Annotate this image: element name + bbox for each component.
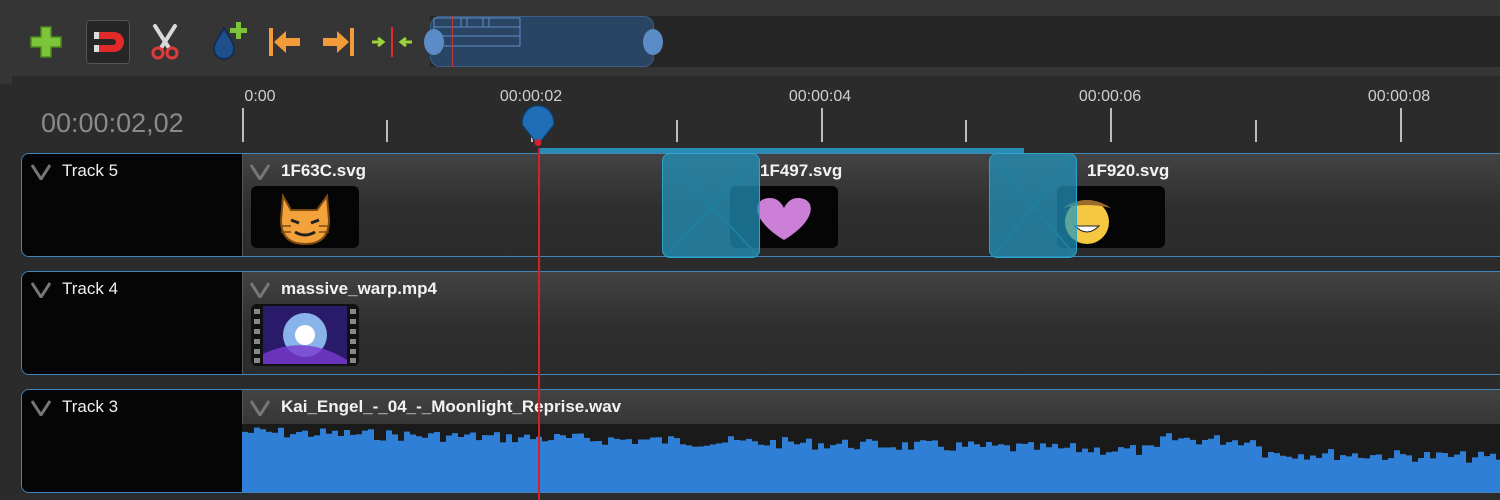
ruler-label: 0:00 — [244, 88, 276, 105]
track-header[interactable]: Track 5 — [22, 154, 244, 256]
waveform-graph — [242, 427, 1500, 492]
arrow-right-bar-icon — [323, 28, 354, 56]
track-name: Track 4 — [62, 279, 119, 298]
track-5[interactable]: Track 5 1F63C.svg 1F497.svg 1F920.svg — [21, 153, 1500, 257]
chevron-down-icon[interactable] — [31, 164, 51, 180]
toolbar-divider — [12, 76, 1500, 84]
ruler-tick — [821, 108, 823, 142]
ruler-label: 00:00:06 — [1078, 88, 1142, 105]
add-track-button[interactable] — [24, 20, 68, 64]
overview-tracks-icon — [433, 17, 521, 47]
ruler-label: 00:00:04 — [788, 88, 852, 105]
clip-title: massive_warp.mp4 — [281, 279, 437, 298]
track-header[interactable]: Track 3 — [22, 390, 244, 492]
plus-icon — [30, 26, 62, 58]
track-4[interactable]: Track 4 massive_warp.mp4 — [21, 271, 1500, 375]
playhead-handle-icon[interactable] — [517, 104, 559, 146]
center-arrows-icon — [372, 27, 412, 57]
chevron-down-icon[interactable] — [250, 282, 270, 298]
center-playhead-button[interactable] — [370, 20, 414, 64]
transition-cross-icon — [663, 154, 759, 257]
chevron-down-icon[interactable] — [31, 400, 51, 416]
video-filmstrip-icon — [251, 304, 359, 366]
previous-marker-button[interactable] — [262, 20, 306, 64]
chevron-down-icon[interactable] — [250, 164, 270, 180]
ruler-tick — [386, 120, 388, 142]
ruler-tick — [1255, 120, 1257, 142]
chevron-down-icon[interactable] — [250, 400, 270, 416]
magnet-icon — [94, 32, 124, 52]
clip-title: 1F920.svg — [1087, 161, 1170, 180]
time-ruler[interactable] — [12, 84, 1500, 154]
track-name: Track 3 — [62, 397, 119, 416]
grinning-cat-icon — [279, 192, 331, 246]
overview-right-handle[interactable] — [643, 29, 663, 55]
timeline-toolbar — [0, 0, 1500, 84]
clip-title: 1F497.svg — [760, 161, 843, 180]
arrow-left-bar-icon — [269, 28, 300, 56]
clip-title: Kai_Engel_-_04_-_Moonlight_Reprise.wav — [281, 397, 622, 416]
overview-left-handle[interactable] — [424, 29, 444, 55]
ruler-tick — [1400, 108, 1402, 142]
drop-plus-icon — [213, 22, 247, 60]
current-timecode: 00:00:02,02 — [41, 108, 184, 138]
transition-cross-icon — [990, 154, 1076, 257]
track-header[interactable]: Track 4 — [22, 272, 244, 374]
track-3[interactable]: Track 3 Kai_Engel_-_04_-_Moonlight_Repri… — [21, 389, 1500, 493]
track-name: Track 5 — [62, 161, 119, 180]
clip[interactable]: 1F920.svg — [1049, 154, 1500, 256]
clip-thumbnail — [251, 304, 359, 366]
snapping-button[interactable] — [86, 20, 130, 64]
clip-title: 1F63C.svg — [281, 161, 367, 180]
add-marker-button[interactable] — [206, 20, 250, 64]
ruler-tick — [242, 108, 244, 142]
clip-thumbnail — [251, 186, 359, 248]
razor-button[interactable] — [143, 20, 187, 64]
clip[interactable]: massive_warp.mp4 — [242, 272, 1500, 374]
scissors-icon — [151, 24, 179, 60]
ruler-tick — [965, 120, 967, 142]
playhead-line — [538, 148, 540, 500]
ruler-tick — [1110, 108, 1112, 142]
overview-viewport[interactable] — [430, 16, 654, 67]
ruler-tick — [676, 120, 678, 142]
ruler-label: 00:00:08 — [1367, 88, 1431, 105]
audio-waveform — [242, 424, 1500, 492]
chevron-down-icon[interactable] — [31, 282, 51, 298]
next-marker-button[interactable] — [317, 20, 361, 64]
transition[interactable] — [989, 153, 1077, 258]
overview-playhead — [452, 16, 453, 67]
transition[interactable] — [662, 153, 760, 258]
